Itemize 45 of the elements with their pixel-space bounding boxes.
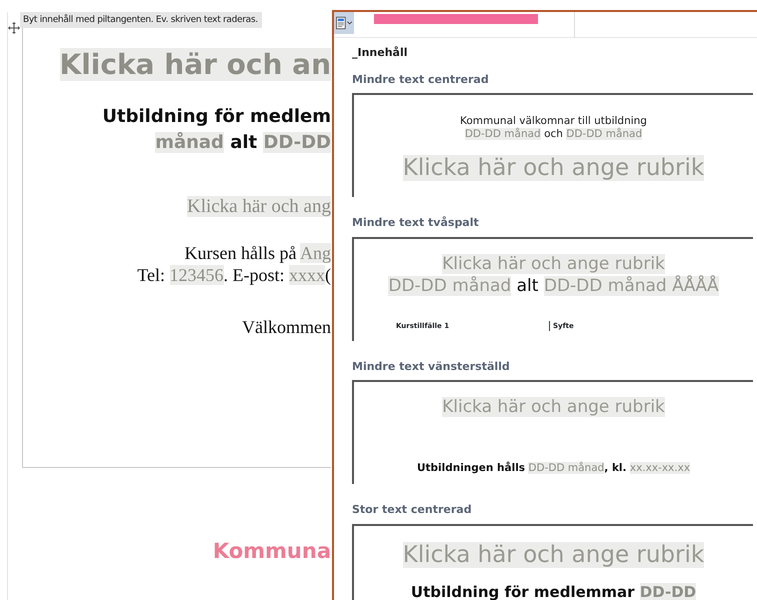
content-control-tab[interactable]: Byt innehåll med piltangenten. Ev. skriven text raderas. xyxy=(20,12,262,28)
body-text: Kursen hålls på xyxy=(184,243,296,263)
gallery-item-title: Mindre text vänsterställd xyxy=(352,358,511,374)
gallery-item-title: Mindre text tvåspalt xyxy=(352,215,480,231)
placeholder-text: månad xyxy=(155,132,224,153)
placeholder-text: 123456 xyxy=(170,265,224,285)
placeholder-text: DD-DD månad xyxy=(464,128,541,140)
placeholder-text: xx.xx-xx.xx xyxy=(630,462,690,474)
placeholder-text: Klicka här och ange rubrik xyxy=(442,397,665,417)
body-text: Utbildning för medlemmar xyxy=(410,582,635,600)
gallery-preview[interactable]: Klicka här och ange rubrik Utbildning för medlemmar DD-DD xyxy=(352,524,753,600)
gallery-preview[interactable]: Klicka här och ange rubrik Utbildningen hålls DD-DD månad, kl. xx.xx-xx.xx xyxy=(352,380,753,484)
placeholder-text: xxxx xyxy=(289,265,325,285)
gallery-item-title: Stor text centrerad xyxy=(352,502,473,518)
placeholder-text: Klicka här och ang xyxy=(186,196,331,217)
footer-text: Kommuna xyxy=(212,538,331,565)
placeholder-text: Klicka här och ange rubrik xyxy=(402,155,704,181)
body-text: Välkommen xyxy=(242,317,331,337)
body-text: alt xyxy=(516,276,538,296)
body-text: Kommunal välkomnar till utbildning xyxy=(460,115,647,127)
placeholder-text: Klicka här och an xyxy=(60,48,331,81)
placeholder-text: Ang xyxy=(300,243,331,263)
caret-icon xyxy=(346,21,352,25)
placeholder-text: Klicka här och ange rubrik xyxy=(442,254,665,274)
category-heading: _Innehåll xyxy=(352,45,409,61)
placeholder-text: DD-DD månad xyxy=(388,276,512,296)
document-icon xyxy=(336,16,346,30)
body-text: , kl. xyxy=(604,462,627,474)
building-blocks-button[interactable] xyxy=(334,12,354,34)
placeholder-text: DD-DD xyxy=(263,132,331,153)
placeholder-text: Klicka här och ange rubrik xyxy=(402,542,704,568)
body-text: Utbildningen hålls xyxy=(416,462,526,474)
body-text: Utbildning för medlem xyxy=(102,106,331,127)
gallery-item-title: Mindre text centrerad xyxy=(352,72,490,88)
body-text: ( xyxy=(325,265,331,285)
placeholder-text: DD-DD månad xyxy=(528,462,604,474)
body-text: alt xyxy=(230,132,258,153)
placeholder-text: DD-DD månad xyxy=(566,128,642,140)
body-text: . E-post: xyxy=(224,265,284,285)
body-text: Tel: xyxy=(137,265,165,285)
body-text: och xyxy=(544,128,563,140)
move-handle-icon[interactable] xyxy=(8,22,20,34)
gallery-preview[interactable]: Kommunal välkomnar till utbildning DD-DD månad och DD-DD månad Klicka här och ange rubrik xyxy=(352,93,753,197)
placeholder-text: DD-DD xyxy=(640,582,696,600)
placeholder-text: DD-DD månad ÅÅÅÅ xyxy=(544,276,719,296)
